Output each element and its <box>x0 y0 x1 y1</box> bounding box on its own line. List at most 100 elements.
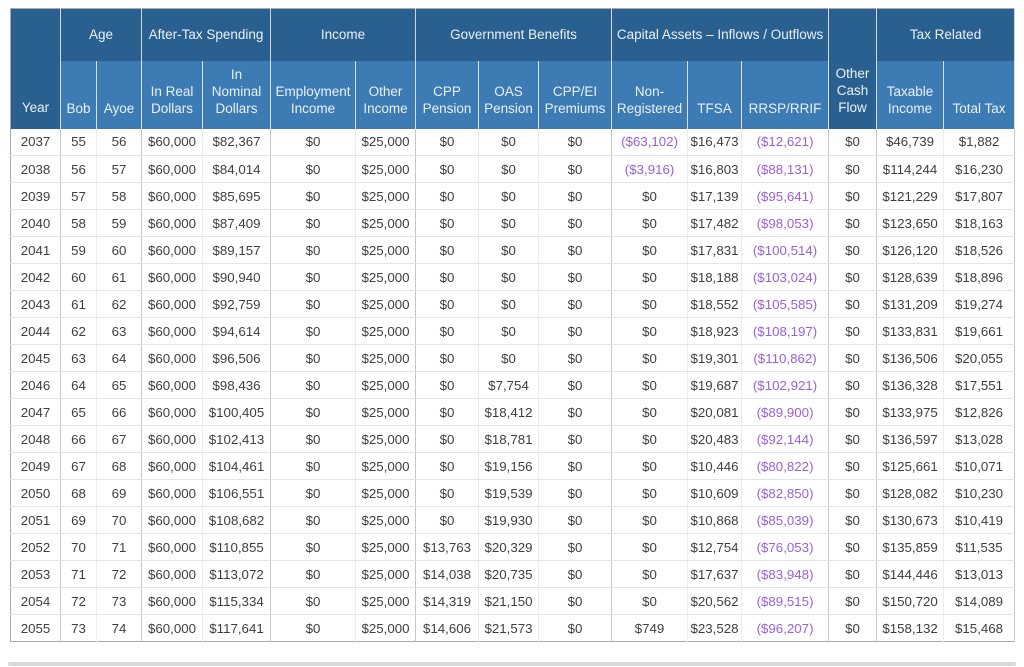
cell-other-income: $25,000 <box>356 615 416 642</box>
cell-taxable-income: $136,597 <box>877 426 944 453</box>
cell-non-registered: $0 <box>612 183 688 210</box>
horizontal-scrollbar[interactable] <box>8 662 1016 666</box>
cell-cpp-ei-premiums: $0 <box>539 264 612 291</box>
group-header-row: YearAgeAfter-Tax SpendingIncomeGovernmen… <box>11 9 1015 61</box>
cell-rrsp-rrif: ($105,585) <box>742 291 829 318</box>
cell-bob: 69 <box>61 507 97 534</box>
cell-employment-income: $0 <box>271 561 356 588</box>
cell-ayoe: 57 <box>97 156 142 183</box>
cell-other-cash-flow: $0 <box>829 615 877 642</box>
cell-total-tax: $10,230 <box>944 480 1015 507</box>
cell-taxable-income: $133,831 <box>877 318 944 345</box>
column-header-ayoe: Ayoe <box>97 61 142 129</box>
cell-taxable-income: $128,082 <box>877 480 944 507</box>
cell-other-cash-flow: $0 <box>829 588 877 615</box>
cell-ayoe: 56 <box>97 129 142 156</box>
cell-total-tax: $11,535 <box>944 534 1015 561</box>
cell-taxable-income: $136,506 <box>877 345 944 372</box>
cell-ayoe: 64 <box>97 345 142 372</box>
cell-cpp-ei-premiums: $0 <box>539 507 612 534</box>
cell-in-real-dollars: $60,000 <box>142 507 203 534</box>
cell-taxable-income: $46,739 <box>877 129 944 156</box>
cell-taxable-income: $114,244 <box>877 156 944 183</box>
cell-other-income: $25,000 <box>356 480 416 507</box>
cell-in-nominal-dollars: $117,641 <box>203 615 271 642</box>
cell-cpp-ei-premiums: $0 <box>539 156 612 183</box>
cell-other-income: $25,000 <box>356 210 416 237</box>
cell-taxable-income: $121,229 <box>877 183 944 210</box>
cell-cpp-pension: $0 <box>416 372 479 399</box>
column-header-other-cash-flow: Other Cash Flow <box>829 9 877 129</box>
cell-other-cash-flow: $0 <box>829 156 877 183</box>
table-row: 20415960$60,000$89,157$0$25,000$0$0$0$0$… <box>11 237 1015 264</box>
cell-ayoe: 73 <box>97 588 142 615</box>
table-row: 20375556$60,000$82,367$0$25,000$0$0$0($6… <box>11 129 1015 156</box>
cell-tfsa: $20,562 <box>688 588 742 615</box>
column-header-total-tax: Total Tax <box>944 61 1015 129</box>
cell-taxable-income: $136,328 <box>877 372 944 399</box>
column-header-cpp-ei-premiums: CPP/EI Premiums <box>539 61 612 129</box>
cell-in-real-dollars: $60,000 <box>142 210 203 237</box>
group-header-income: Income <box>271 9 416 61</box>
cell-rrsp-rrif: ($92,144) <box>742 426 829 453</box>
cell-cpp-ei-premiums: $0 <box>539 237 612 264</box>
cell-other-cash-flow: $0 <box>829 561 877 588</box>
cell-year: 2043 <box>11 291 61 318</box>
cell-taxable-income: $128,639 <box>877 264 944 291</box>
cell-in-nominal-dollars: $89,157 <box>203 237 271 264</box>
column-header-bob: Bob <box>61 61 97 129</box>
cell-tfsa: $17,139 <box>688 183 742 210</box>
cell-year: 2051 <box>11 507 61 534</box>
cell-non-registered: ($63,102) <box>612 129 688 156</box>
cell-other-income: $25,000 <box>356 318 416 345</box>
cell-rrsp-rrif: ($98,053) <box>742 210 829 237</box>
cell-non-registered: $0 <box>612 561 688 588</box>
cell-cpp-ei-premiums: $0 <box>539 291 612 318</box>
cell-in-nominal-dollars: $90,940 <box>203 264 271 291</box>
cell-year: 2049 <box>11 453 61 480</box>
cell-cpp-ei-premiums: $0 <box>539 345 612 372</box>
cell-taxable-income: $158,132 <box>877 615 944 642</box>
cell-in-nominal-dollars: $110,855 <box>203 534 271 561</box>
column-header-year: Year <box>11 9 61 129</box>
cell-in-nominal-dollars: $98,436 <box>203 372 271 399</box>
cell-bob: 66 <box>61 426 97 453</box>
cell-other-cash-flow: $0 <box>829 426 877 453</box>
column-header-employment-income: Employment Income <box>271 61 356 129</box>
cell-tfsa: $19,301 <box>688 345 742 372</box>
cell-oas-pension: $0 <box>479 345 539 372</box>
cell-non-registered: $0 <box>612 210 688 237</box>
cell-other-cash-flow: $0 <box>829 264 877 291</box>
cell-bob: 63 <box>61 345 97 372</box>
cell-bob: 70 <box>61 534 97 561</box>
cell-ayoe: 72 <box>97 561 142 588</box>
cell-in-nominal-dollars: $82,367 <box>203 129 271 156</box>
cell-in-real-dollars: $60,000 <box>142 615 203 642</box>
cell-oas-pension: $0 <box>479 183 539 210</box>
cell-cpp-pension: $0 <box>416 210 479 237</box>
cell-rrsp-rrif: ($102,921) <box>742 372 829 399</box>
cell-in-nominal-dollars: $106,551 <box>203 480 271 507</box>
cell-total-tax: $15,468 <box>944 615 1015 642</box>
cell-year: 2055 <box>11 615 61 642</box>
cell-in-nominal-dollars: $108,682 <box>203 507 271 534</box>
cell-other-income: $25,000 <box>356 372 416 399</box>
column-header-taxable-income: Taxable Income <box>877 61 944 129</box>
table-row: 20466465$60,000$98,436$0$25,000$0$7,754$… <box>11 372 1015 399</box>
cell-employment-income: $0 <box>271 615 356 642</box>
cell-rrsp-rrif: ($80,822) <box>742 453 829 480</box>
cell-cpp-pension: $0 <box>416 156 479 183</box>
cell-employment-income: $0 <box>271 588 356 615</box>
cell-employment-income: $0 <box>271 453 356 480</box>
cell-in-nominal-dollars: $104,461 <box>203 453 271 480</box>
cell-year: 2039 <box>11 183 61 210</box>
table-row: 20436162$60,000$92,759$0$25,000$0$0$0$0$… <box>11 291 1015 318</box>
cell-cpp-pension: $0 <box>416 264 479 291</box>
cell-non-registered: $0 <box>612 480 688 507</box>
cell-other-cash-flow: $0 <box>829 210 877 237</box>
cell-cpp-pension: $0 <box>416 291 479 318</box>
cell-ayoe: 70 <box>97 507 142 534</box>
cell-in-nominal-dollars: $96,506 <box>203 345 271 372</box>
cell-year: 2040 <box>11 210 61 237</box>
cell-other-income: $25,000 <box>356 561 416 588</box>
